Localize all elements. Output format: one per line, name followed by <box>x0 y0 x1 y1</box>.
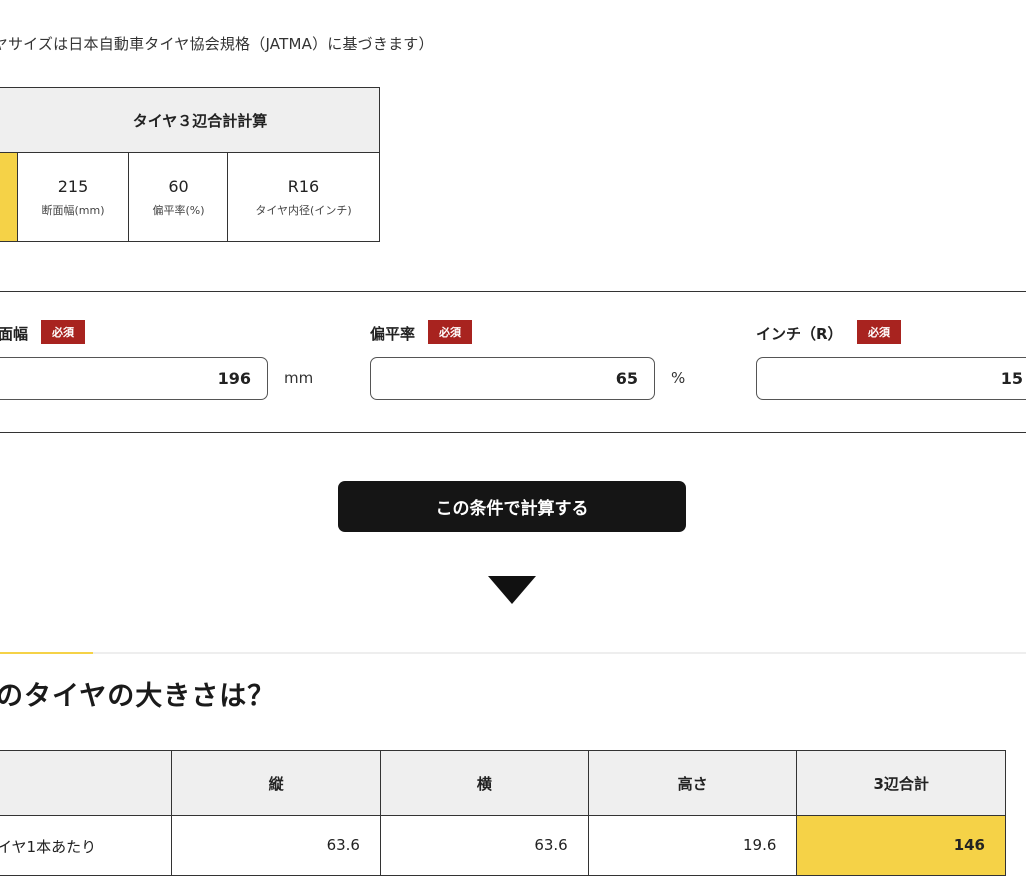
example-aspect-label: 偏平率(%) <box>152 203 205 217</box>
aspect-input[interactable] <box>370 357 655 400</box>
example-cell-aspect: 60 偏平率(%) <box>128 153 228 241</box>
calculate-button[interactable]: この条件で計算する <box>338 481 686 532</box>
result-width-value: 63.6 <box>379 815 589 876</box>
example-table-title: タイヤ３辺合計計算 <box>0 88 379 153</box>
result-row-label: イヤ1本あたり <box>0 815 173 876</box>
aspect-required-badge: 必須 <box>428 320 472 344</box>
table-row: イヤ1本あたり 63.6 63.6 19.6 146 <box>0 815 1006 876</box>
inch-required-badge: 必須 <box>857 320 901 344</box>
example-cell-inch: R16 タイヤ内径(インチ) <box>227 153 379 241</box>
example-size-table: タイヤ３辺合計計算 215 断面幅(mm) 60 偏平率(%) R16 タイヤ内… <box>0 87 380 242</box>
example-cell-width: 215 断面幅(mm) <box>17 153 128 241</box>
width-field-label: 面幅 <box>0 325 29 343</box>
width-input[interactable] <box>0 357 268 400</box>
result-header-width: 横 <box>379 750 589 816</box>
size-standard-note: イヤサイズは日本自動車タイヤ協会規格（JATMA）に基づきます） <box>0 35 434 53</box>
result-table-header-row: 縦 横 高さ 3辺合計 <box>0 750 1006 816</box>
section-divider <box>0 652 1026 654</box>
result-length-value: 63.6 <box>171 815 381 876</box>
inch-field-label: インチ（R） <box>756 325 843 343</box>
form-top-divider <box>0 291 1026 292</box>
inch-input[interactable] <box>756 357 1026 400</box>
width-required-badge: 必須 <box>41 320 85 344</box>
arrow-down-icon <box>488 576 536 604</box>
result-header-height: 高さ <box>587 750 798 816</box>
example-width-label: 断面幅(mm) <box>41 203 105 217</box>
result-table: 縦 横 高さ 3辺合計 イヤ1本あたり 63.6 63.6 19.6 146 <box>0 750 1006 876</box>
section-divider-accent <box>0 652 93 654</box>
result-height-value: 19.6 <box>587 815 798 876</box>
aspect-field-label: 偏平率 <box>370 325 416 343</box>
example-width-value: 215 <box>57 176 89 196</box>
result-total-value: 146 <box>796 815 1006 876</box>
example-accent-cell <box>0 153 17 241</box>
result-header-label <box>0 750 173 816</box>
result-header-total: 3辺合計 <box>796 750 1006 816</box>
result-section-title: のタイヤの大きさは？ <box>0 681 276 712</box>
example-aspect-value: 60 <box>168 176 189 196</box>
result-header-length: 縦 <box>171 750 381 816</box>
form-bottom-divider <box>0 432 1026 433</box>
example-inch-value: R16 <box>287 176 320 196</box>
example-inch-label: タイヤ内径(インチ) <box>255 203 352 217</box>
aspect-unit: % <box>671 369 686 387</box>
width-unit: mm <box>284 369 314 387</box>
